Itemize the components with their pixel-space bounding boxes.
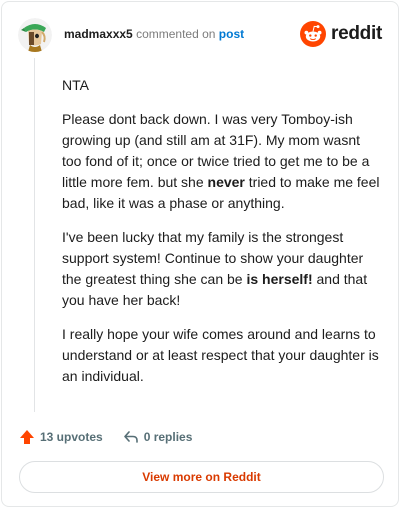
- upvote-count: 13 upvotes: [40, 430, 103, 444]
- reply-button[interactable]: 0 replies: [123, 429, 193, 445]
- action-text: commented on: [136, 27, 216, 41]
- avatar[interactable]: [18, 18, 52, 52]
- thread-line: [34, 58, 35, 412]
- username-link[interactable]: madmaxxx5: [64, 27, 133, 41]
- comment-actions: 13 upvotes 0 replies: [19, 426, 192, 448]
- comment-header: madmaxxx5 commented on post reddit: [18, 18, 384, 52]
- comment-paragraph: NTA: [62, 77, 89, 93]
- reply-count: 0 replies: [143, 430, 193, 444]
- reddit-wordmark: reddit: [331, 23, 382, 44]
- post-link[interactable]: post: [219, 27, 244, 41]
- upvote-arrow-icon: [20, 430, 34, 444]
- reddit-logo-icon: [300, 21, 327, 47]
- emphasis-text: is herself!: [246, 271, 313, 287]
- comment-paragraph: Please dont back down. I was very Tomboy…: [62, 111, 380, 211]
- comment-body: NTA Please dont back down. I was very To…: [62, 75, 380, 400]
- reddit-logo[interactable]: reddit: [300, 19, 382, 49]
- comment-paragraph: I've been lucky that my family is the st…: [62, 229, 368, 308]
- comment-meta: madmaxxx5 commented on post: [64, 27, 244, 41]
- reply-icon: [123, 431, 138, 443]
- emphasis-text: never: [207, 174, 245, 190]
- comment-card: madmaxxx5 commented on post reddit NTA P…: [1, 1, 399, 507]
- view-more-button[interactable]: View more on Reddit: [19, 461, 384, 493]
- comment-paragraph: I really hope your wife comes around and…: [62, 326, 379, 384]
- upvote-button[interactable]: 13 upvotes: [19, 429, 103, 445]
